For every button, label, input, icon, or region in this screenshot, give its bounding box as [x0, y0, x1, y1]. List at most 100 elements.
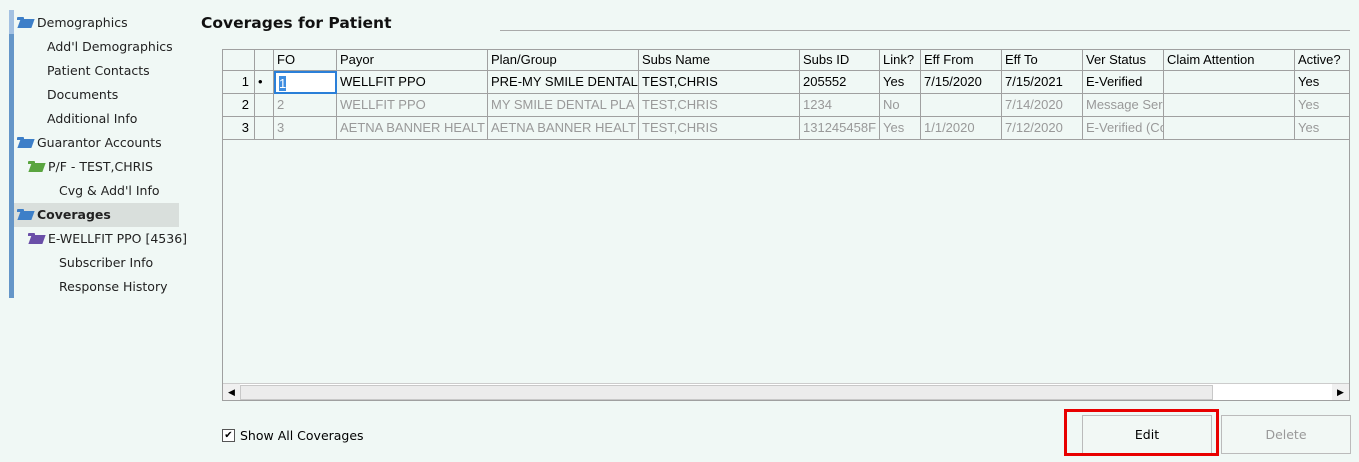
table-cell: AETNA BANNER HEALT	[488, 117, 639, 140]
table-row[interactable]: 2 2 WELLFIT PPO MY SMILE DENTAL PLA TEST,CHR…	[223, 94, 1349, 117]
sidebar-item-label: Patient Contacts	[47, 63, 150, 78]
table-cell: 3	[274, 117, 337, 140]
column-header[interactable]: Plan/Group	[488, 50, 639, 71]
column-header[interactable]: Eff From	[921, 50, 1002, 71]
table-cell: 7/14/2020	[1002, 94, 1083, 117]
sidebar-item[interactable]: Demographics	[17, 11, 128, 35]
table-cell: WELLFIT PPO	[337, 71, 488, 94]
sidebar-item-label: Response History	[59, 279, 168, 294]
column-header[interactable]: Payor	[337, 50, 488, 71]
table-cell: 2	[274, 94, 337, 117]
sidebar-item-label: Cvg & Add'l Info	[59, 183, 160, 198]
column-header[interactable]	[255, 50, 274, 71]
table-cell: MY SMILE DENTAL PLA	[488, 94, 639, 117]
delete-button[interactable]: Delete	[1221, 415, 1351, 454]
table-cell: AETNA BANNER HEALT	[337, 117, 488, 140]
table-cell: 7/15/2020	[921, 71, 1002, 94]
table-cell: Yes	[1295, 71, 1349, 94]
table-row[interactable]: 3 3 AETNA BANNER HEALT AETNA BANNER HEALT TE…	[223, 117, 1349, 140]
sidebar-item[interactable]: Coverages	[14, 203, 179, 227]
column-header[interactable]: Claim Attention	[1164, 50, 1295, 71]
column-header[interactable]: Subs Name	[639, 50, 800, 71]
sidebar-item[interactable]: Cvg & Add'l Info	[59, 179, 160, 203]
page-title: Coverages for Patient	[201, 14, 392, 32]
fo-value[interactable]: 1	[279, 76, 287, 91]
table-cell: 1234	[800, 94, 880, 117]
horizontal-scrollbar[interactable]: ◀ ▶	[223, 383, 1349, 400]
column-header[interactable]: Subs ID	[800, 50, 880, 71]
sidebar-item[interactable]: Add'l Demographics	[47, 35, 173, 59]
sidebar-item-label: Coverages	[37, 207, 111, 222]
show-all-coverages-label: Show All Coverages	[240, 428, 364, 443]
edit-button-highlight	[1064, 409, 1219, 456]
folder-blue-icon	[17, 137, 33, 148]
sidebar-item-label: Documents	[47, 87, 119, 102]
sidebar-item[interactable]: Subscriber Info	[59, 251, 153, 275]
sidebar-item-label: P/F - TEST,CHRIS	[48, 159, 153, 174]
scrollbar-thumb[interactable]	[240, 385, 1213, 400]
table-cell: TEST,CHRIS	[639, 71, 800, 94]
folder-purple-icon	[28, 233, 44, 244]
sidebar-item[interactable]: Patient Contacts	[47, 59, 150, 83]
folder-blue-icon	[17, 209, 33, 220]
checkbox-check-icon[interactable]: ✔	[222, 429, 235, 442]
sidebar-item[interactable]: P/F - TEST,CHRIS	[28, 155, 153, 179]
table-cell	[1164, 117, 1295, 140]
table-cell: •	[255, 71, 274, 94]
folder-green-icon	[28, 161, 44, 172]
table-cell: 131245458F	[800, 117, 880, 140]
show-all-coverages-checkbox[interactable]: ✔ Show All Coverages	[222, 428, 364, 443]
table-row[interactable]: 1 • 1 WELLFIT PPO PRE-MY SMILE DENTAL TEST,CH…	[223, 71, 1349, 94]
title-divider	[500, 30, 1350, 31]
table-cell: WELLFIT PPO	[337, 94, 488, 117]
sidebar-item-label: Add'l Demographics	[47, 39, 173, 54]
sidebar-item-label: Guarantor Accounts	[37, 135, 162, 150]
column-header[interactable]: Link?	[880, 50, 921, 71]
table-cell	[1164, 71, 1295, 94]
table-cell: Yes	[880, 71, 921, 94]
column-header[interactable]	[223, 50, 255, 71]
column-header[interactable]: Active?	[1295, 50, 1349, 71]
table-cell: PRE-MY SMILE DENTAL	[488, 71, 639, 94]
table-cell: 1/1/2020	[921, 117, 1002, 140]
table-cell: No	[880, 94, 921, 117]
folder-blue-icon	[17, 17, 33, 28]
column-header[interactable]: Eff To	[1002, 50, 1083, 71]
sidebar-item-label: Subscriber Info	[59, 255, 154, 270]
sidebar-item[interactable]: Documents	[47, 83, 118, 107]
table-cell: E-Verified (Co	[1083, 117, 1164, 140]
sidebar-item[interactable]: E-WELLFIT PPO [4536]	[28, 227, 187, 251]
table-cell	[255, 94, 274, 117]
sidebar-item-label: E-WELLFIT PPO [4536]	[48, 231, 188, 246]
table-cell: 205552	[800, 71, 880, 94]
table-cell: 3	[223, 117, 255, 140]
column-header[interactable]: Ver Status	[1083, 50, 1164, 71]
column-header[interactable]: FO	[274, 50, 337, 71]
table-cell[interactable]: 1	[274, 71, 337, 94]
table-cell	[1164, 94, 1295, 117]
sidebar-item-label: Demographics	[37, 15, 128, 30]
table-cell: TEST,CHRIS	[639, 117, 800, 140]
table-cell: 7/15/2021	[1002, 71, 1083, 94]
coverages-grid: FO Payor Plan/Group Subs Name Subs ID Link? Ef…	[222, 49, 1350, 401]
table-cell: Message Ser	[1083, 94, 1164, 117]
table-cell: Yes	[880, 117, 921, 140]
sidebar-item[interactable]: Response History	[59, 275, 167, 299]
table-cell: Yes	[1295, 94, 1349, 117]
sidebar-item[interactable]: Guarantor Accounts	[17, 131, 162, 155]
scroll-left-arrow-icon[interactable]: ◀	[223, 384, 240, 400]
table-cell: 2	[223, 94, 255, 117]
table-cell: 1	[223, 71, 255, 94]
sidebar-accent-bar	[9, 10, 14, 298]
scroll-right-arrow-icon[interactable]: ▶	[1332, 384, 1349, 400]
table-cell: 7/12/2020	[1002, 117, 1083, 140]
sidebar-tree: Demographics Add'l Demographics Patient Co…	[0, 0, 187, 462]
table-cell	[255, 117, 274, 140]
table-cell: E-Verified	[1083, 71, 1164, 94]
table-cell	[921, 94, 1002, 117]
sidebar-item[interactable]: Additional Info	[47, 107, 137, 131]
table-cell: Yes	[1295, 117, 1349, 140]
table-cell: TEST,CHRIS	[639, 94, 800, 117]
sidebar-item-label: Additional Info	[47, 111, 138, 126]
grid-header-row: FO Payor Plan/Group Subs Name Subs ID Link? Ef…	[223, 50, 1349, 71]
